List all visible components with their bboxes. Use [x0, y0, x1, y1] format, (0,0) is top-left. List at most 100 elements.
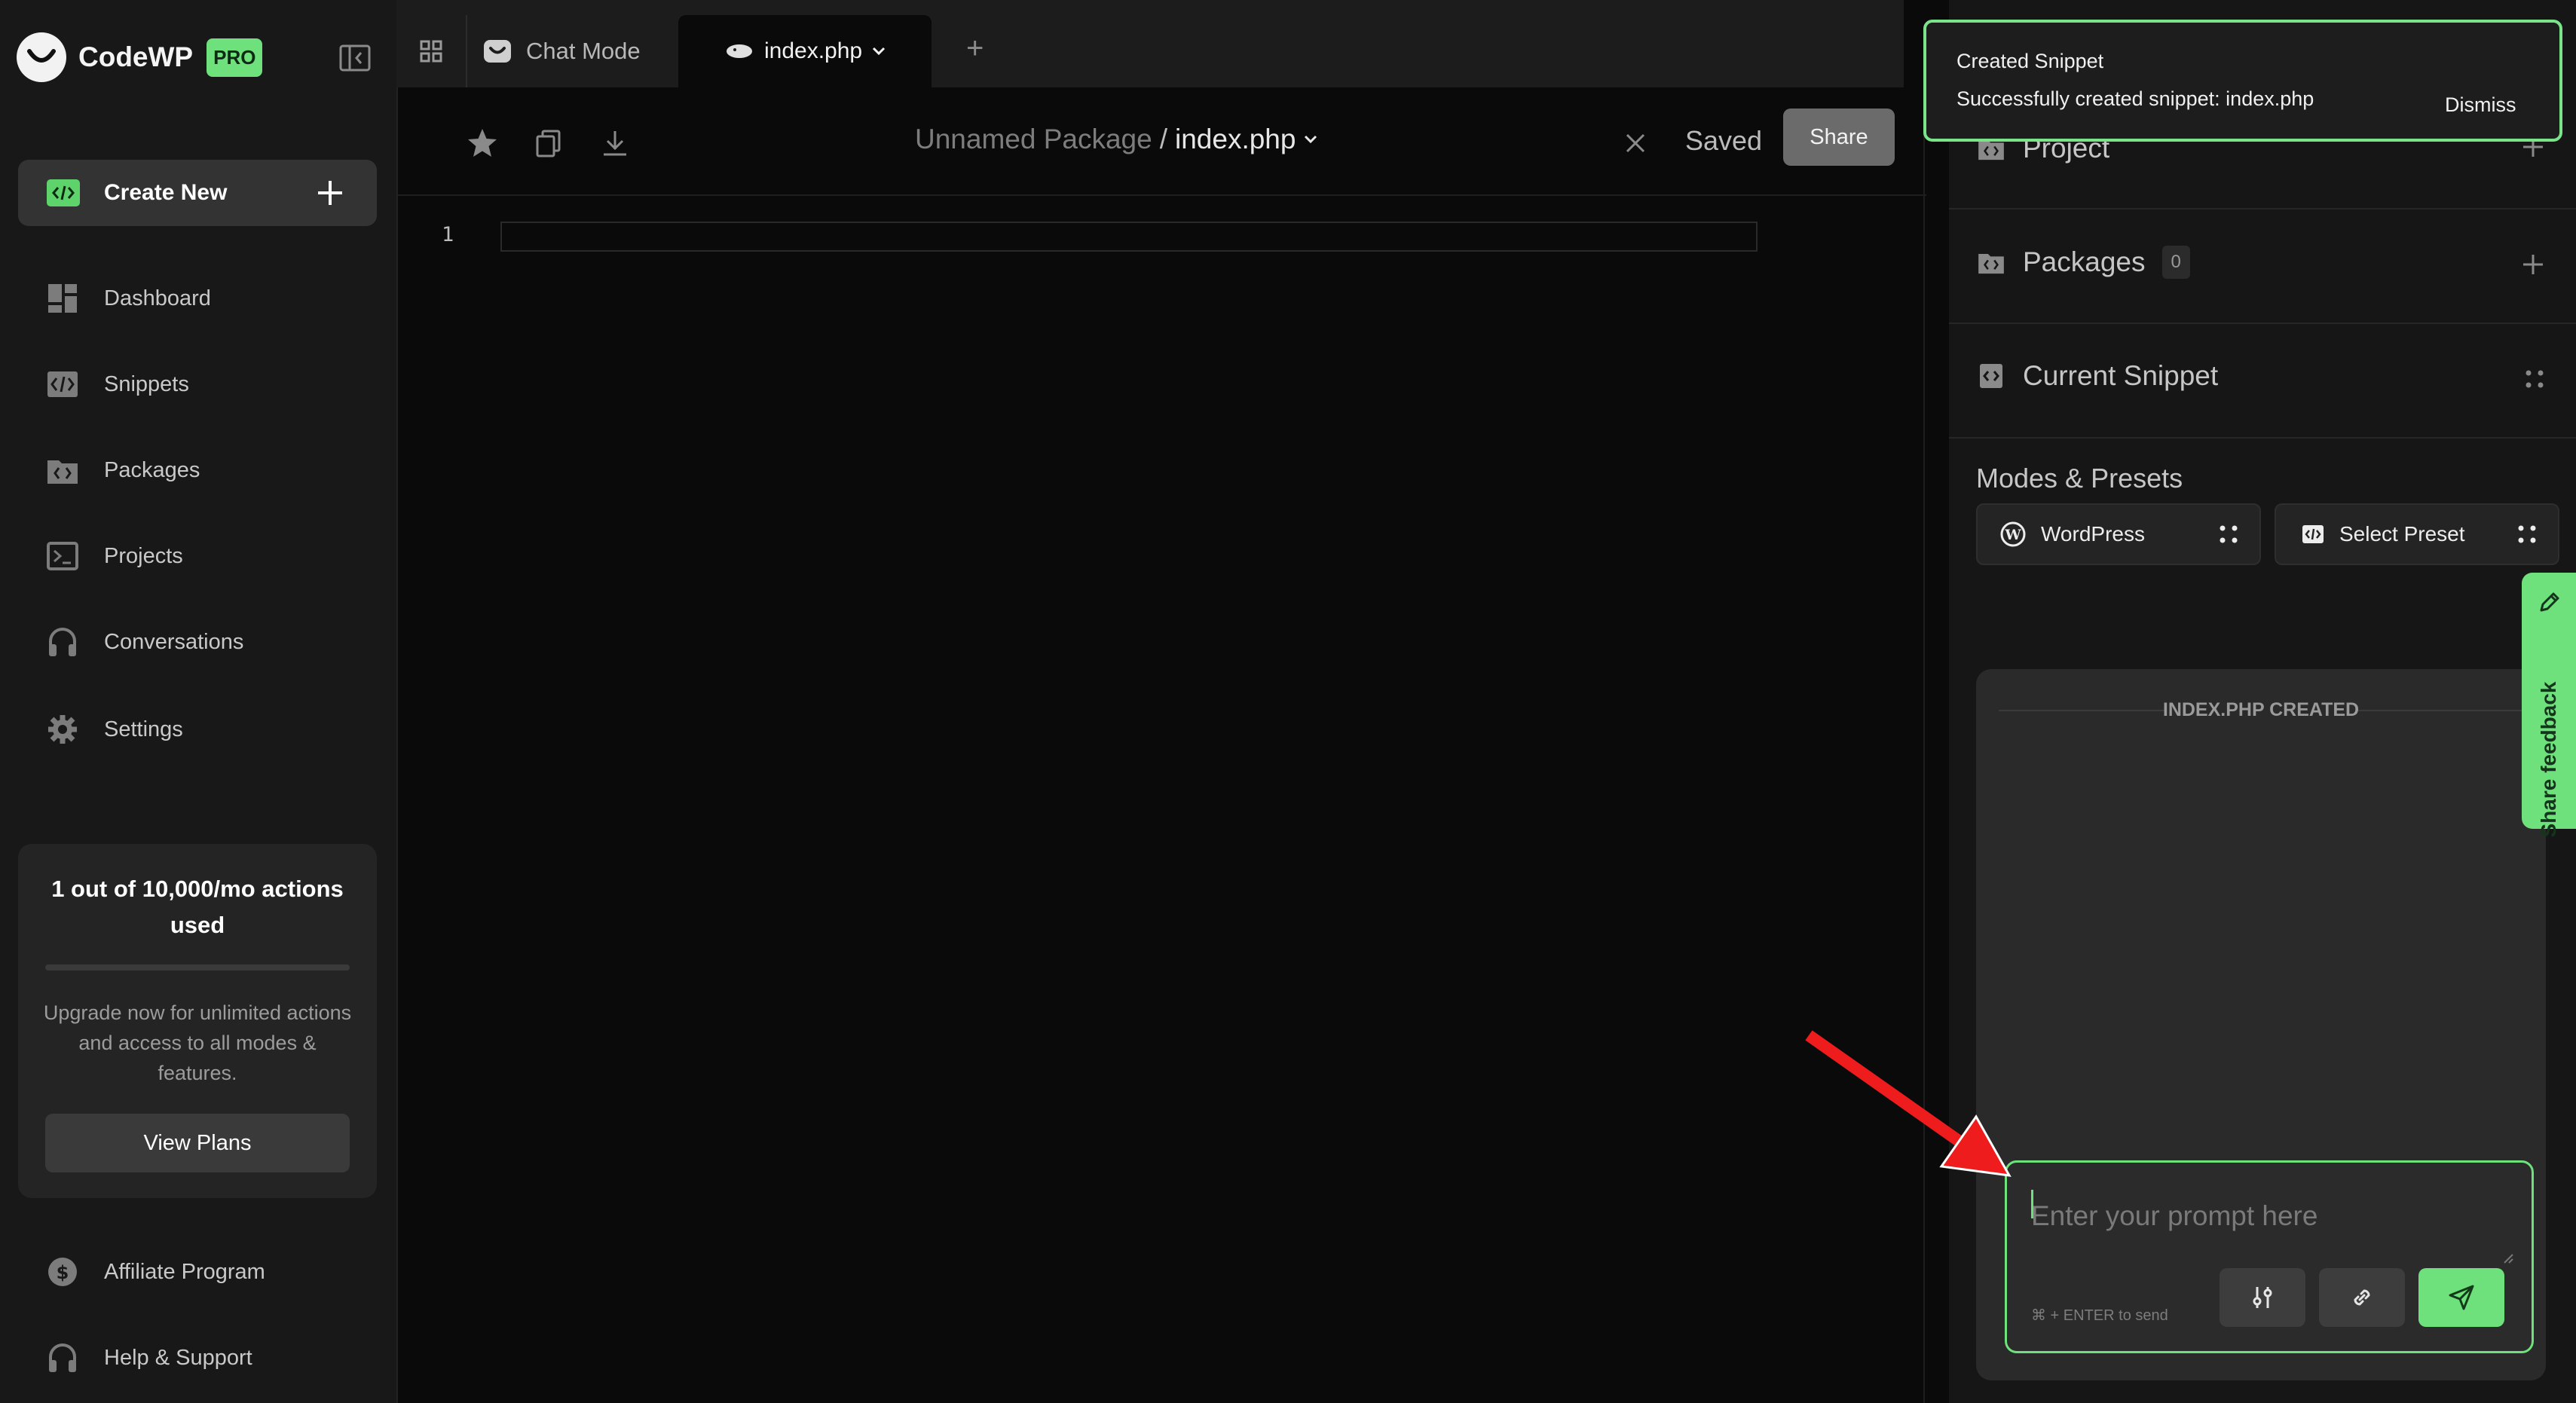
code-icon [45, 367, 80, 402]
sidebar-item-settings[interactable]: Settings [45, 707, 183, 752]
sliders-icon [2250, 1285, 2275, 1310]
tab-chat-mode[interactable]: Chat Mode [467, 15, 671, 87]
sidebar-item-affiliate[interactable]: $ Affiliate Program [45, 1249, 265, 1294]
php-elephant-icon [725, 43, 754, 60]
line-number: 1 [442, 223, 454, 246]
text-caret [2031, 1190, 2033, 1218]
drag-handle-icon [2219, 524, 2238, 544]
sidebar-item-snippets[interactable]: Snippets [45, 362, 189, 407]
packages-header[interactable]: Packages 0 [1978, 246, 2190, 279]
sidebar-item-projects[interactable]: Projects [45, 533, 183, 579]
toast-message: Successfully created snippet: index.php [1956, 87, 2314, 110]
drag-handle-icon [2517, 524, 2537, 544]
link-icon [2349, 1285, 2375, 1310]
collapse-sidebar-icon[interactable] [338, 41, 372, 75]
sidebar-item-help[interactable]: Help & Support [45, 1335, 252, 1380]
tab-index-php[interactable]: index.php [678, 15, 932, 87]
sidebar-item-label: Projects [104, 543, 183, 568]
send-button[interactable] [2418, 1268, 2504, 1327]
prompt-box: ⌘ + ENTER to send [2005, 1160, 2534, 1353]
current-snippet-section: Current Snippet [1949, 324, 2576, 439]
folder-code-icon [1978, 250, 2005, 274]
app-name: CodeWP [78, 41, 194, 72]
tab-label: Chat Mode [526, 38, 641, 64]
panel-divider[interactable] [1923, 87, 1925, 1403]
preset-select[interactable]: Select Preset [2275, 503, 2559, 565]
share-feedback-tab[interactable]: Share feedback [2522, 573, 2576, 838]
copy-icon[interactable] [531, 125, 567, 161]
share-button[interactable]: Share [1783, 109, 1895, 166]
tab-bar: Chat Mode index.php + [396, 0, 1904, 87]
current-snippet-label: Current Snippet [2023, 360, 2219, 391]
drag-handle-icon[interactable] [2523, 368, 2546, 390]
mode-select-wordpress[interactable]: W WordPress [1976, 503, 2261, 565]
terminal-icon [45, 539, 80, 573]
sidebar-item-label: Dashboard [104, 286, 211, 310]
code-file-icon [1978, 362, 2005, 390]
create-new-button[interactable]: Create New [18, 160, 377, 226]
annotation-arrow-icon [1805, 1030, 2012, 1177]
chat-panel: INDEX.PHP CREATED ⌘ + ENTER to send [1976, 669, 2546, 1380]
breadcrumb: Unnamed Package / index.php [915, 124, 1318, 155]
prompt-input[interactable] [2030, 1185, 2500, 1247]
sidebar-item-conversations[interactable]: Conversations [45, 619, 243, 665]
code-icon [47, 179, 80, 206]
editor-toolbar: Unnamed Package / index.php Saved Share [396, 89, 1926, 196]
plus-icon [314, 176, 347, 209]
chevron-down-icon [871, 46, 886, 57]
share-feedback-label: Share feedback [2537, 681, 2560, 838]
star-icon[interactable] [464, 125, 500, 161]
modes-presets-title: Modes & Presets [1976, 463, 2183, 494]
packages-label: Packages [2023, 246, 2146, 277]
chevron-down-icon[interactable] [1303, 134, 1318, 145]
wordpress-icon: W [2000, 521, 2026, 547]
view-plans-button[interactable]: View Plans [45, 1114, 350, 1172]
sidebar-item-packages[interactable]: Packages [45, 448, 200, 493]
packages-count-badge: 0 [2161, 246, 2190, 279]
resize-grip-icon[interactable] [2501, 1252, 2513, 1264]
chat-status-message: INDEX.PHP CREATED [2162, 699, 2360, 720]
tab-label: index.php [764, 38, 863, 63]
breadcrumb-file[interactable]: index.php [1175, 124, 1296, 155]
code-icon [2302, 524, 2324, 544]
dollar-icon: $ [45, 1255, 80, 1289]
usage-progress-bar [45, 964, 350, 970]
packages-section: Packages 0 [1949, 209, 2576, 324]
svg-text:W: W [2004, 527, 2021, 543]
sidebar-item-label: Packages [104, 457, 200, 482]
right-panel: Project Packages 0 Current Snippet Modes… [1949, 0, 2576, 1403]
dashboard-icon [45, 281, 80, 316]
create-new-label: Create New [104, 180, 228, 205]
sidebar-item-label: Help & Support [104, 1345, 252, 1370]
breadcrumb-separator: / [1159, 124, 1167, 154]
toast-notification: Created Snippet Successfully created sni… [1923, 20, 2562, 142]
codewp-logo-icon [17, 32, 66, 82]
sidebar-item-dashboard[interactable]: Dashboard [45, 276, 211, 321]
svg-text:$: $ [57, 1262, 69, 1283]
add-tab-button[interactable]: + [966, 32, 984, 66]
sidebar-item-label: Conversations [104, 629, 244, 654]
current-snippet-header[interactable]: Current Snippet [1978, 360, 2218, 392]
add-package-icon[interactable] [2520, 252, 2546, 277]
pro-badge: PRO [207, 38, 263, 77]
dismiss-button[interactable]: Dismiss [2445, 93, 2516, 117]
pencil-icon [2537, 591, 2561, 615]
app-logo[interactable]: CodeWP PRO [17, 30, 263, 84]
usage-title: 1 out of 10,000/mo actions used [51, 876, 344, 938]
sidebar: CodeWP PRO Create New Dashboard Snippets… [0, 0, 398, 1403]
code-editor-line[interactable] [500, 222, 1758, 252]
preset-label: Select Preset [2339, 522, 2465, 546]
attach-link-button[interactable] [2319, 1268, 2405, 1327]
toast-title: Created Snippet [1956, 50, 2104, 72]
download-icon[interactable] [597, 125, 633, 161]
send-icon [2447, 1283, 2476, 1312]
sidebar-item-label: Snippets [104, 371, 189, 396]
gear-icon [45, 712, 80, 747]
settings-sliders-button[interactable] [2220, 1268, 2305, 1327]
breadcrumb-package[interactable]: Unnamed Package [915, 124, 1152, 155]
sidebar-item-label: Settings [104, 717, 183, 741]
close-icon[interactable] [1617, 125, 1654, 161]
headset-icon [45, 1340, 80, 1375]
save-status: Saved [1685, 125, 1763, 156]
grid-view-icon[interactable] [396, 15, 467, 87]
